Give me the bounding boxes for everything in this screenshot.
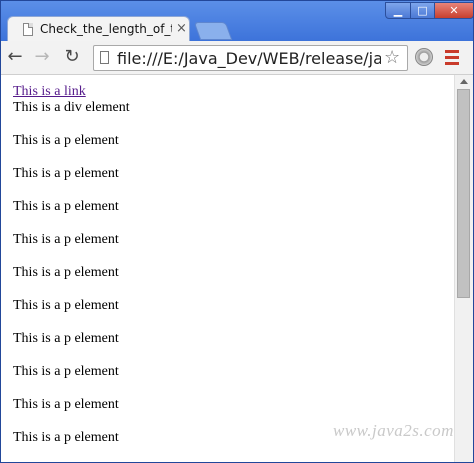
address-bar[interactable]: file:///E:/Java_Dev/WEB/release/java2sID…	[93, 45, 408, 71]
back-arrow-icon[interactable]: ←	[4, 46, 26, 68]
menu-icon[interactable]	[445, 50, 459, 68]
new-tab-button[interactable]	[193, 22, 233, 40]
maximize-button[interactable]: □	[410, 2, 435, 19]
page-viewport: This is a link This is a div element Thi…	[1, 75, 473, 462]
browser-toolbar: ← → ↻ file:///E:/Java_Dev/WEB/release/ja…	[1, 41, 473, 75]
p-element: This is a p element	[13, 199, 119, 214]
extension-icon[interactable]	[415, 48, 433, 66]
page-link[interactable]: This is a link	[13, 84, 453, 100]
p-element: This is a p element	[13, 133, 119, 148]
p-element: This is a p element	[13, 232, 119, 247]
p-element: This is a p element	[13, 298, 119, 313]
forward-arrow-icon[interactable]: →	[31, 46, 53, 68]
tab-close-button[interactable]: ×	[176, 21, 187, 36]
title-bar: Check_the_length_of_the_ × ▁ □ ✕	[1, 1, 473, 42]
watermark: www.java2s.com	[333, 421, 454, 440]
scroll-up-icon[interactable]	[460, 79, 468, 84]
p-element: This is a p element	[13, 265, 119, 280]
scrollbar-thumb[interactable]	[457, 89, 470, 298]
browser-window: Check_the_length_of_the_ × ▁ □ ✕ ← → ↻ f…	[0, 0, 474, 463]
close-window-button[interactable]: ✕	[434, 2, 473, 19]
minimize-button[interactable]: ▁	[385, 2, 411, 19]
page-icon	[100, 51, 109, 64]
reload-icon[interactable]: ↻	[61, 46, 83, 68]
p-element: This is a p element	[13, 364, 119, 379]
p-element: This is a p element	[13, 166, 119, 181]
div-element: This is a div element	[13, 100, 130, 115]
tab-title: Check_the_length_of_the_	[40, 22, 172, 36]
vertical-scrollbar[interactable]	[454, 75, 473, 462]
active-tab[interactable]: Check_the_length_of_the_ ×	[7, 16, 190, 42]
star-icon[interactable]: ☆	[384, 47, 400, 68]
address-text[interactable]: file:///E:/Java_Dev/WEB/release/java2sID…	[117, 49, 381, 68]
p-element: This is a p element	[13, 331, 119, 346]
p-element: This is a p element	[13, 397, 119, 412]
page-content: This is a link This is a div element Thi…	[13, 84, 453, 446]
page-icon	[23, 23, 33, 36]
